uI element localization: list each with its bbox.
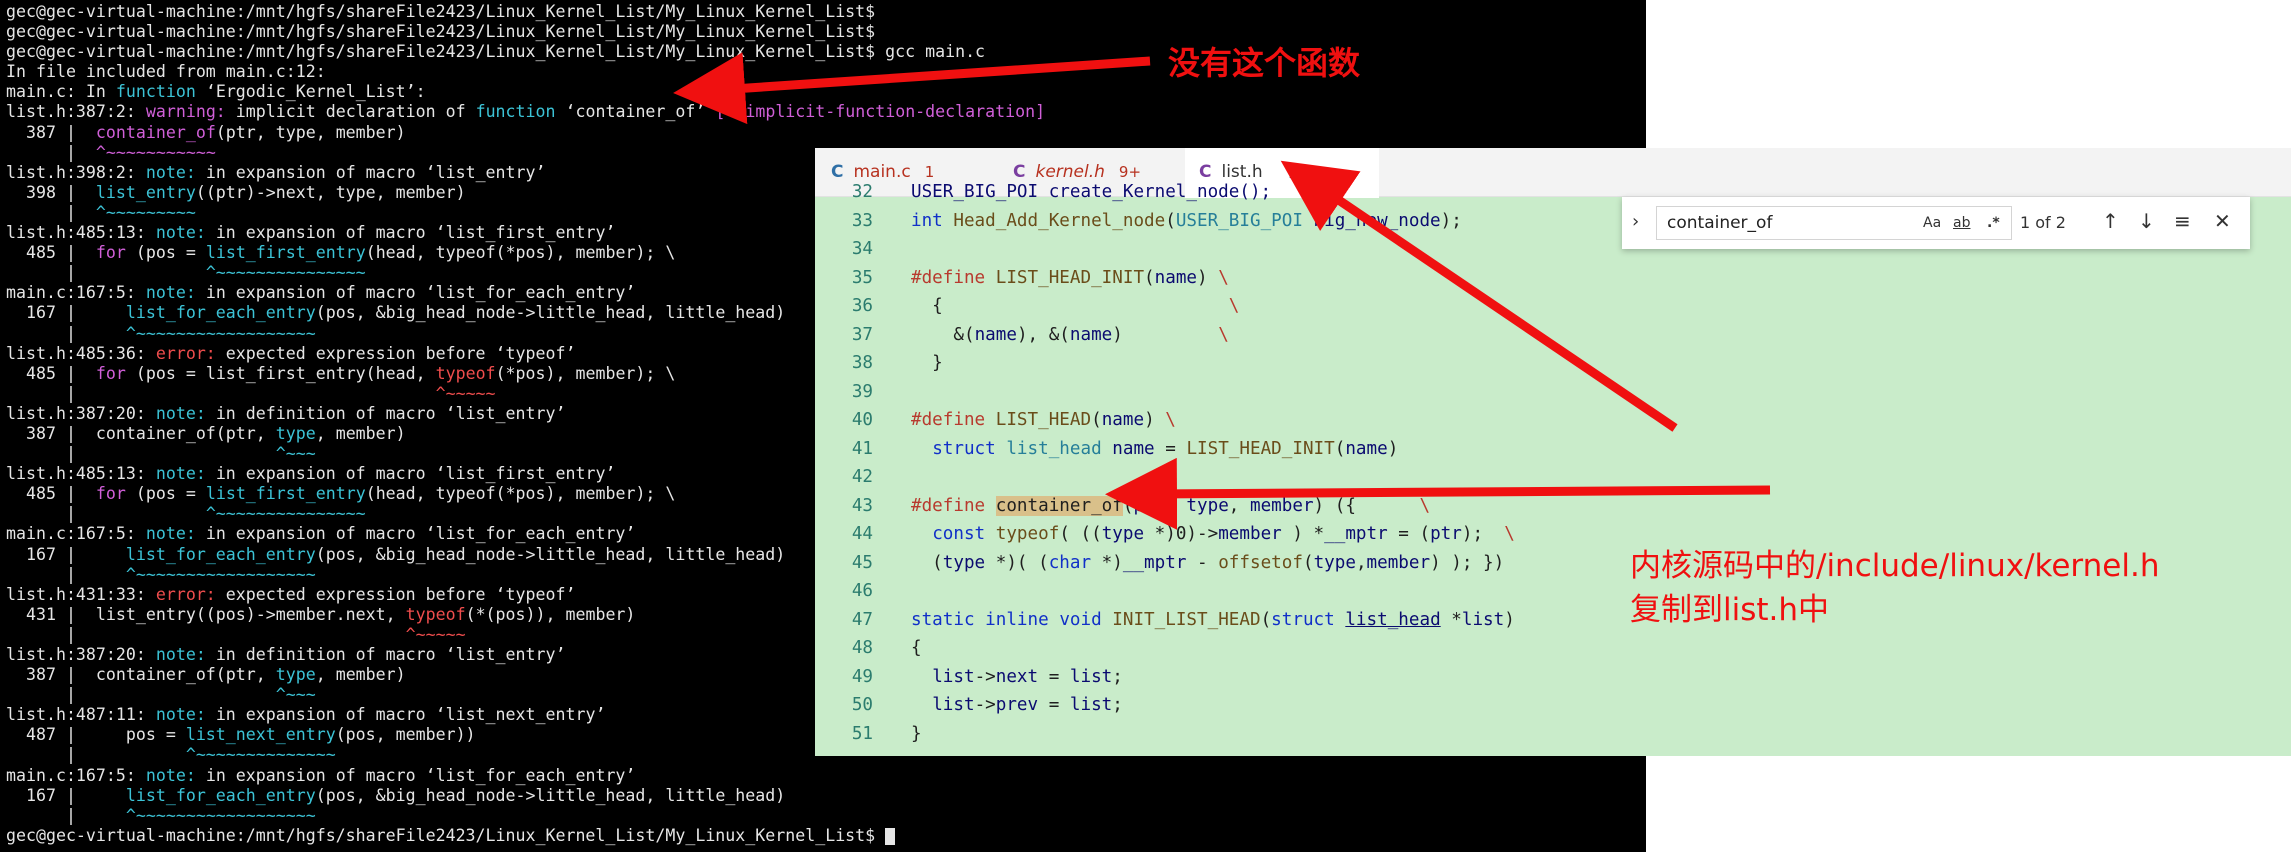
arrow-to-define: [1105, 457, 1771, 530]
annotation-arrows: [673, 52, 1771, 530]
annotation-missing-function: 没有这个函数: [1168, 44, 1361, 82]
arrow-to-tab: [1280, 160, 1678, 432]
annotation-copy-note-1: 内核源码中的/include/linux/kernel.h: [1630, 548, 2160, 584]
arrow-to-warning: [673, 52, 1151, 125]
annotation-copy-note-2: 复制到list.h中: [1630, 592, 1830, 628]
